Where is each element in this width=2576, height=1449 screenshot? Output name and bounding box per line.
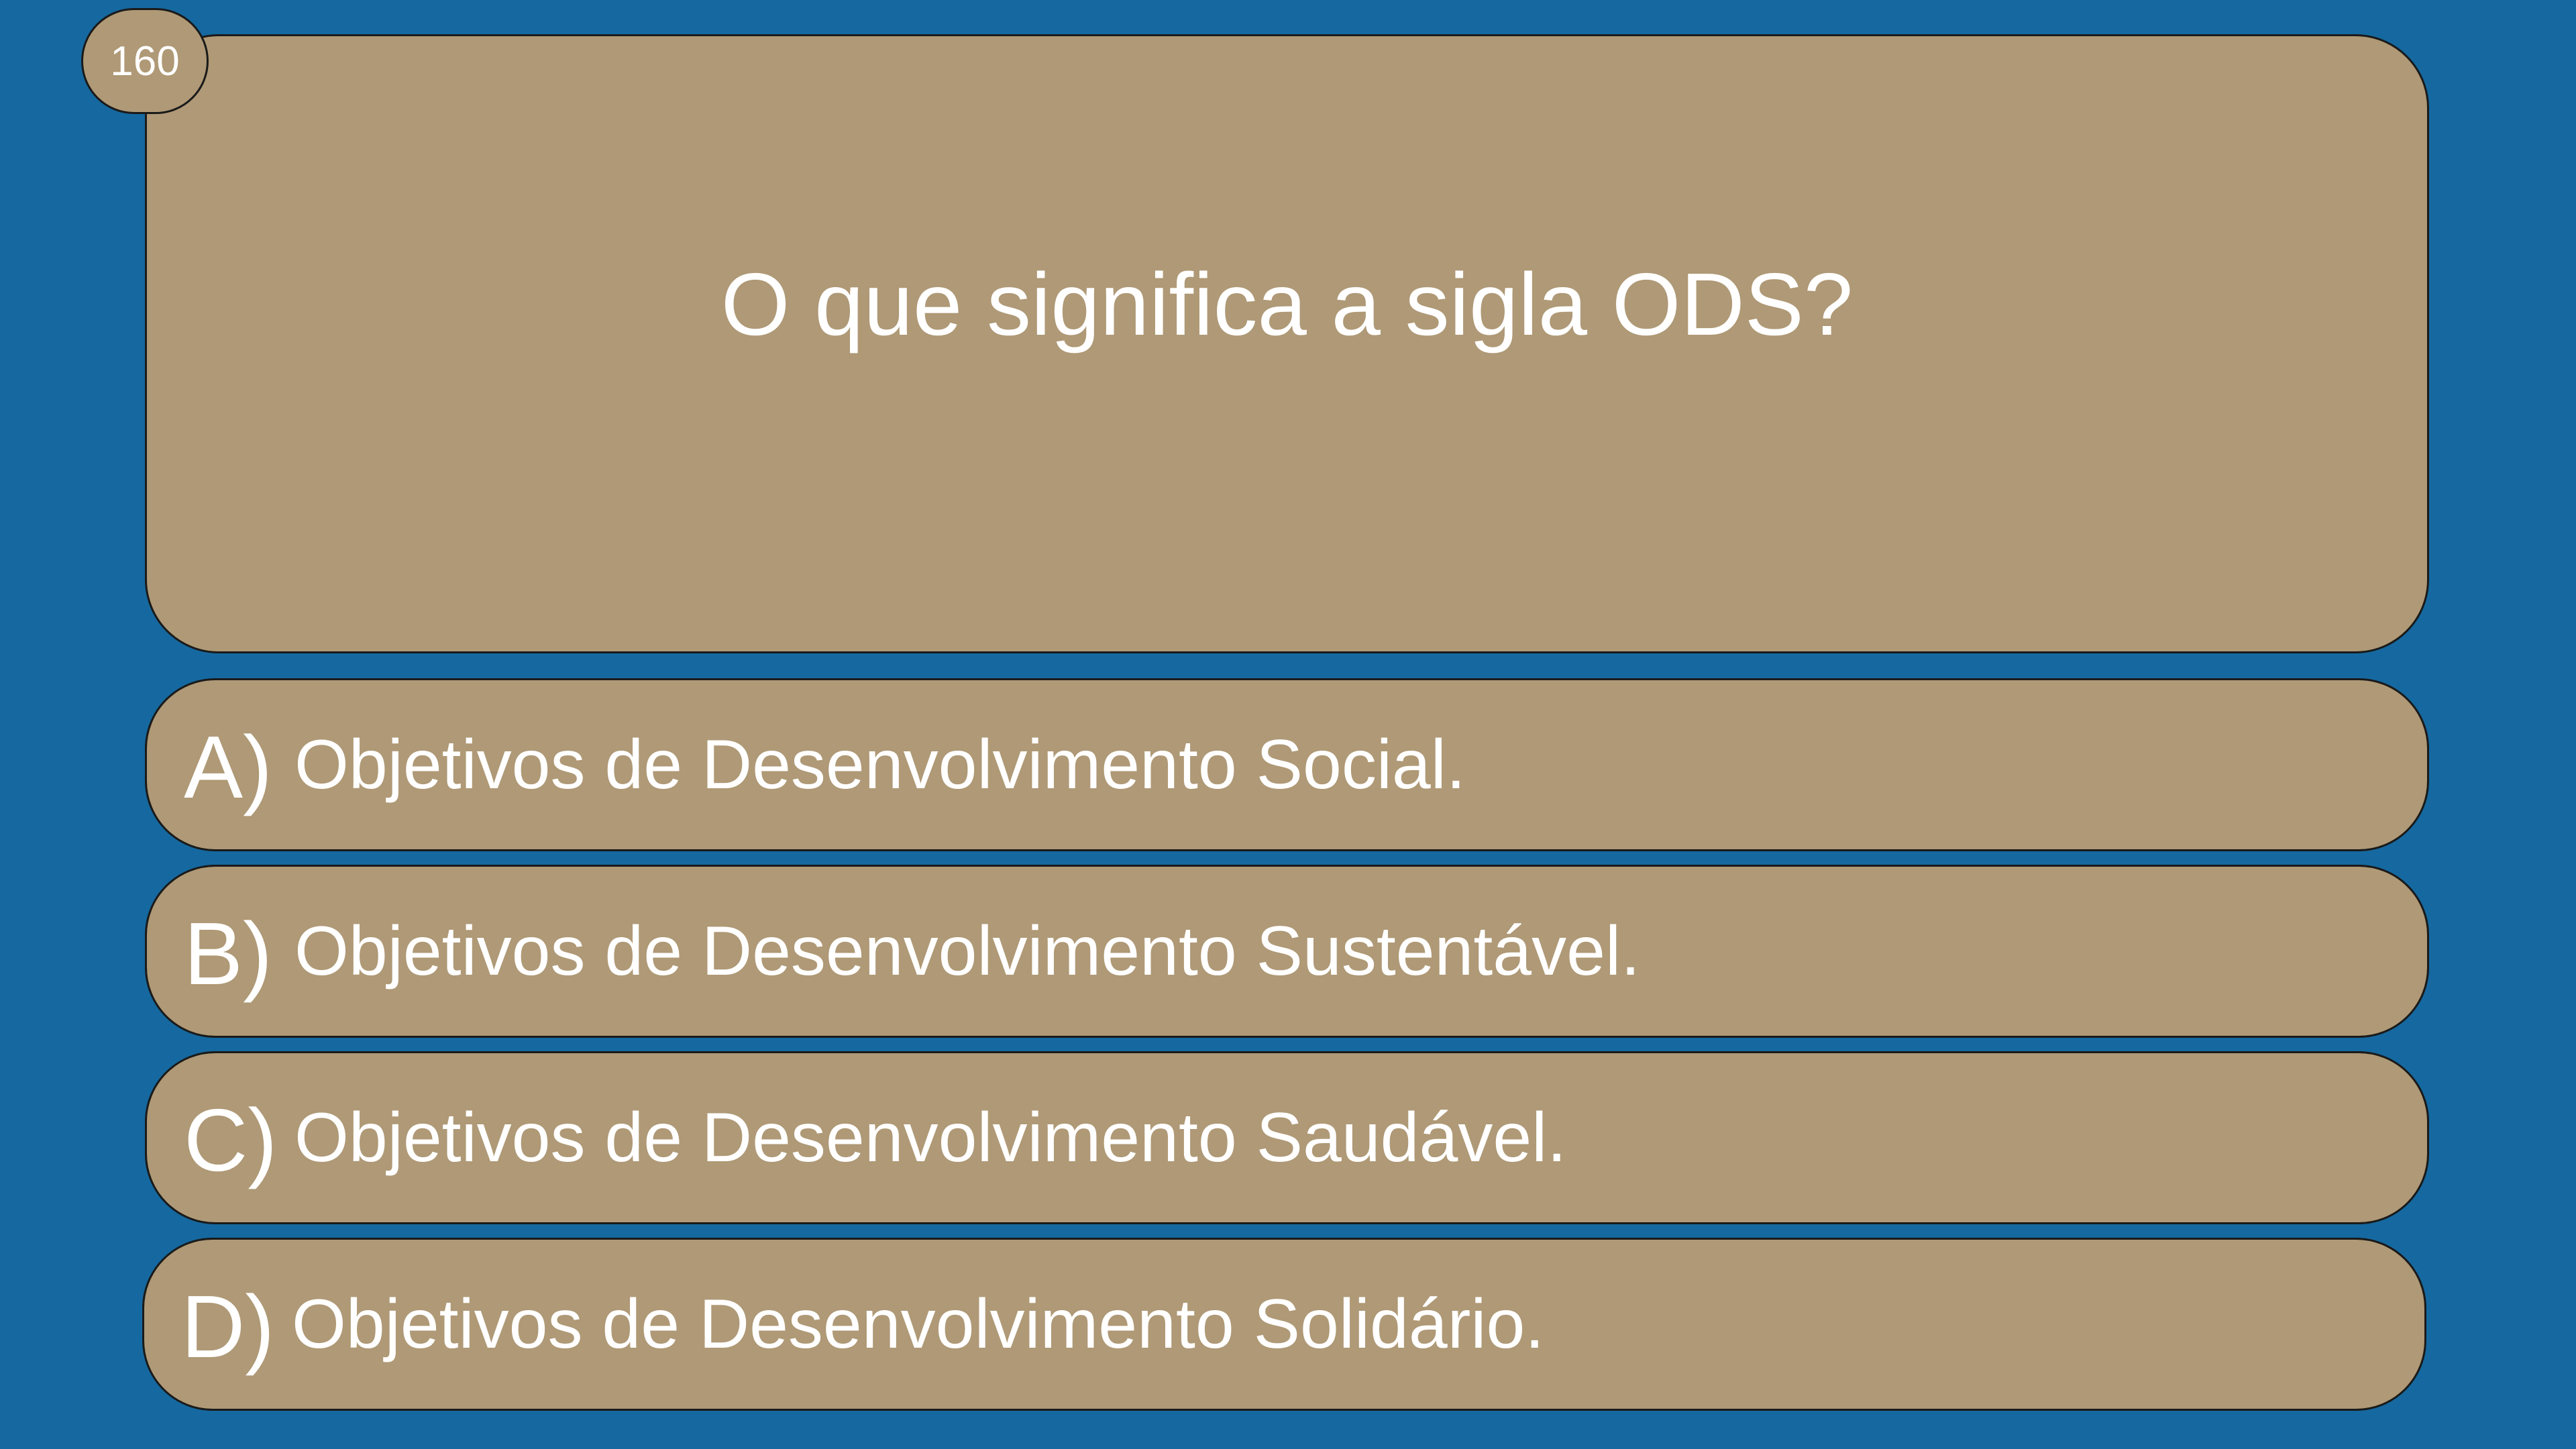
answer-letter: B) [184, 904, 272, 1003]
answer-text: Objetivos de Desenvolvimento Sustentável… [294, 912, 1640, 990]
answer-text: Objetivos de Desenvolvimento Saudável. [294, 1098, 1567, 1177]
answer-option-c[interactable]: C) Objetivos de Desenvolvimento Saudável… [145, 1051, 2429, 1224]
question-text: O que significa a sigla ODS? [720, 255, 1854, 354]
question-number-badge: 160 [81, 8, 209, 114]
answer-option-d[interactable]: D) Objetivos de Desenvolvimento Solidári… [142, 1238, 2426, 1411]
answer-text: Objetivos de Desenvolvimento Social. [294, 725, 1466, 804]
question-box: O que significa a sigla ODS? [145, 34, 2429, 653]
answer-letter: D) [181, 1277, 275, 1376]
answer-option-b[interactable]: B) Objetivos de Desenvolvimento Sustentá… [145, 865, 2429, 1038]
answer-option-a[interactable]: A) Objetivos de Desenvolvimento Social. [145, 678, 2429, 851]
answer-text: Objetivos de Desenvolvimento Solidário. [292, 1285, 1545, 1363]
answer-letter: C) [184, 1090, 278, 1189]
answer-letter: A) [184, 717, 272, 816]
